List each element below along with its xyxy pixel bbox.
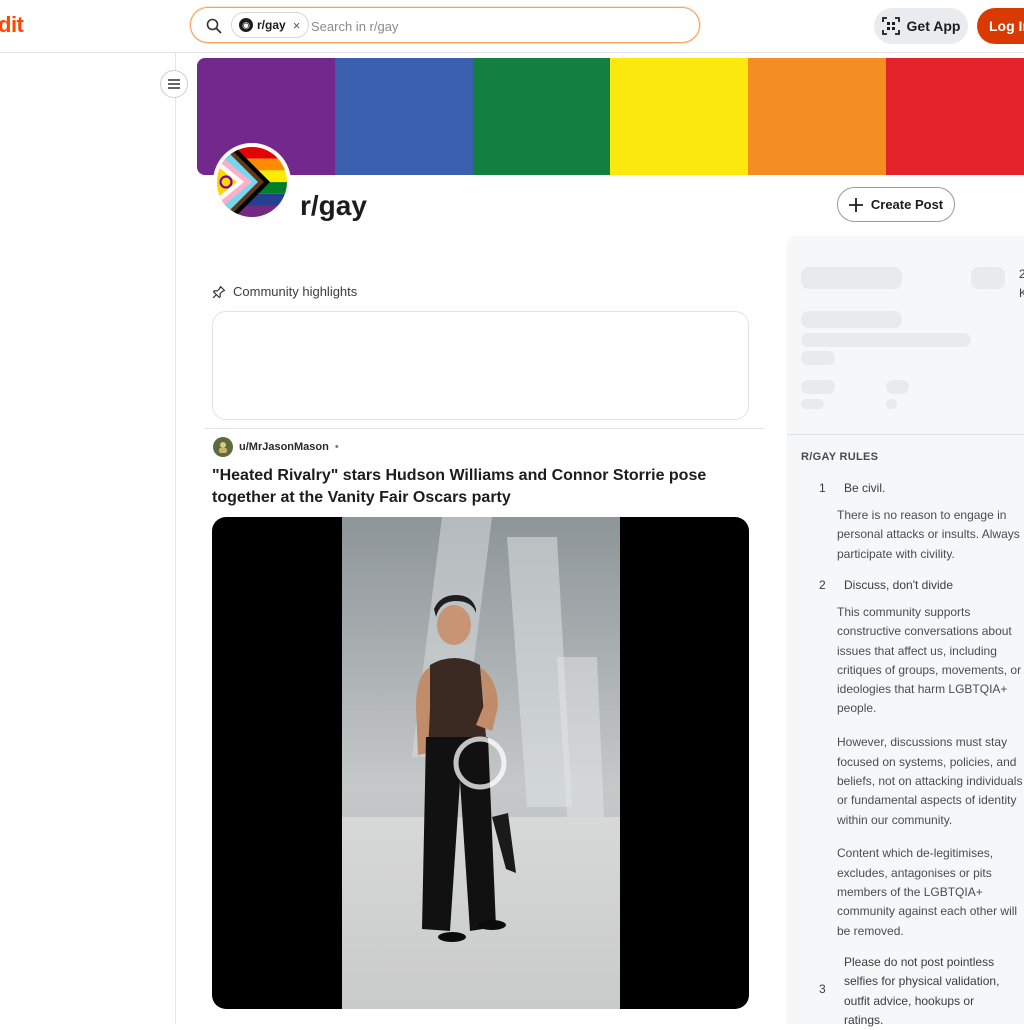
sidebar-divider <box>787 434 1024 435</box>
rules-heading: R/GAY RULES <box>801 451 879 463</box>
loading-skeleton <box>801 380 835 394</box>
feed-divider <box>205 428 765 429</box>
member-count-fragment: 2 <box>1019 267 1024 281</box>
subreddit-avatar <box>213 143 291 221</box>
banner-stripe-blue <box>334 58 473 175</box>
close-icon[interactable]: × <box>293 18 301 33</box>
rule-title[interactable]: Please do not post pointless selfies for… <box>844 953 999 1030</box>
post-author[interactable]: u/MrJasonMason <box>239 441 329 453</box>
search-scope-label: r/gay <box>257 18 286 32</box>
banner-stripe-orange <box>748 58 887 175</box>
create-post-button[interactable]: Create Post <box>837 187 955 222</box>
loading-skeleton <box>801 399 824 409</box>
community-highlights-label: Community highlights <box>233 284 358 299</box>
post-meta: u/MrJasonMason • <box>213 437 339 457</box>
plus-icon <box>848 197 863 212</box>
loading-skeleton <box>801 311 902 328</box>
rule-description: This community supports constructive con… <box>837 605 1023 938</box>
banner-stripe-red <box>886 58 1024 175</box>
post-video-player[interactable] <box>212 517 749 1009</box>
create-post-label: Create Post <box>870 197 944 212</box>
banner-stripe-green <box>472 58 611 175</box>
get-app-label: Get App <box>906 18 961 34</box>
loading-skeleton <box>801 351 835 365</box>
post-image <box>342 517 620 1009</box>
search-bar[interactable]: ◉ r/gay × <box>190 7 700 43</box>
user-avatar[interactable] <box>213 437 233 457</box>
login-button[interactable]: Log In <box>977 8 1024 44</box>
left-sidebar <box>0 52 176 1024</box>
top-bar: dit ◉ r/gay × Get App Log In <box>0 0 1024 53</box>
get-app-button[interactable]: Get App <box>874 8 968 44</box>
subreddit-mini-icon: ◉ <box>239 18 253 32</box>
community-highlights-heading: Community highlights <box>212 284 357 299</box>
loading-skeleton <box>886 399 897 409</box>
subreddit-banner <box>197 58 1024 175</box>
rule-title[interactable]: Discuss, don't divide <box>844 578 953 592</box>
community-highlights-carousel[interactable] <box>212 311 749 420</box>
rule-description: There is no reason to engage in personal… <box>837 508 1020 561</box>
loading-skeleton <box>801 333 971 347</box>
post-title[interactable]: "Heated Rivalry" stars Hudson Williams a… <box>212 465 752 509</box>
right-sidebar: 2 K R/GAY RULES 1 Be civil. There is no … <box>787 236 1024 1027</box>
pin-icon <box>212 285 226 298</box>
meta-separator: • <box>334 441 339 453</box>
member-label-fragment: K <box>1019 286 1024 300</box>
rule-number: 2 <box>819 578 826 592</box>
search-scope-chip[interactable]: ◉ r/gay × <box>231 12 310 38</box>
subreddit-name: r/gay <box>300 190 367 221</box>
search-icon <box>206 18 222 34</box>
search-input[interactable] <box>309 15 683 37</box>
rule-number: 1 <box>819 481 826 495</box>
loading-skeleton <box>971 267 1005 289</box>
loading-skeleton <box>886 380 909 394</box>
banner-stripe-yellow <box>610 58 749 175</box>
rule-title[interactable]: Be civil. <box>844 481 885 495</box>
qr-code-icon <box>881 17 900 35</box>
loading-skeleton <box>801 267 902 289</box>
reddit-logo[interactable]: dit <box>0 12 24 38</box>
hamburger-menu-icon[interactable] <box>160 70 188 98</box>
rule-number: 3 <box>819 982 826 996</box>
